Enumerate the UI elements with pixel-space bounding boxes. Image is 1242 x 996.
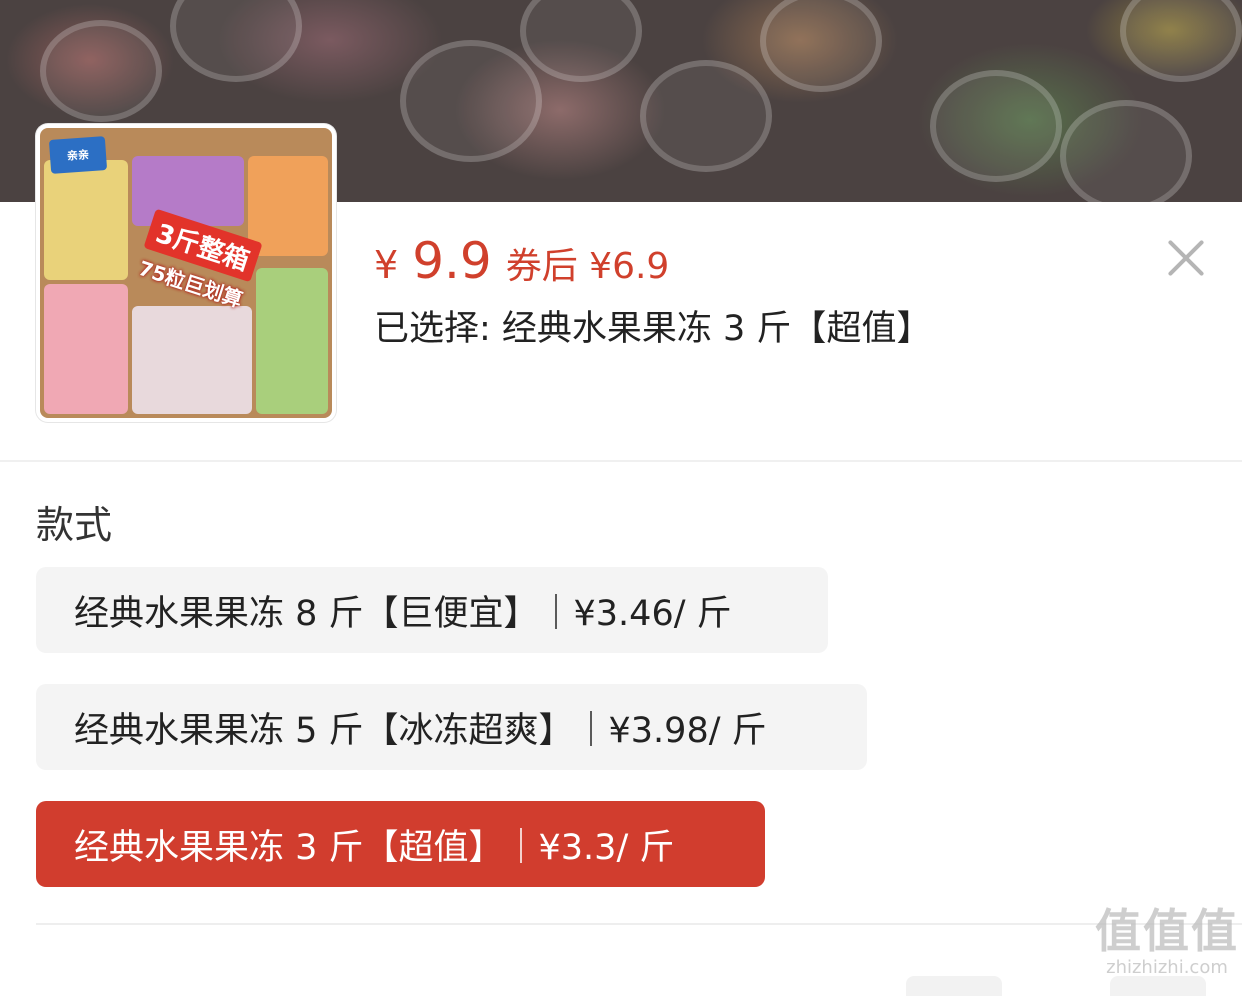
tile-white <box>132 306 252 414</box>
price-value: 9.9 <box>412 232 492 290</box>
sku-option-8jin[interactable]: 经典水果果冻 8 斤【巨便宜】｜¥3.46/ 斤 <box>36 567 828 653</box>
decor-cup <box>1120 0 1242 82</box>
decor-cup <box>40 20 162 122</box>
coupon-price: 券后 ¥6.9 <box>505 246 670 287</box>
decor-cup <box>520 0 642 82</box>
section-title-style: 款式 <box>36 503 113 547</box>
decor-cup <box>400 40 542 162</box>
divider <box>36 923 1242 925</box>
tile-yellow <box>44 160 128 280</box>
sku-option-3jin-selected[interactable]: 经典水果果冻 3 斤【超值】｜¥3.3/ 斤 <box>36 801 765 887</box>
product-thumbnail[interactable]: 亲亲 3斤整箱 75粒巨划算 <box>36 124 336 422</box>
decor-cup <box>640 60 772 172</box>
price-currency: ¥ <box>374 243 399 287</box>
decor-cup <box>1060 100 1192 202</box>
sku-option-label: 经典水果果冻 3 斤【超值】｜¥3.3/ 斤 <box>74 827 675 868</box>
decor-cup <box>930 70 1062 182</box>
decor-cup <box>170 0 302 82</box>
tile-pink <box>44 284 128 414</box>
quantity-decrease-button[interactable] <box>906 976 1002 996</box>
product-image: 亲亲 3斤整箱 75粒巨划算 <box>40 128 332 418</box>
divider <box>0 460 1242 462</box>
price-row: ¥ 9.9 券后 ¥6.9 <box>374 232 669 290</box>
decor-cup <box>760 0 882 92</box>
tile-orange <box>248 156 328 256</box>
sku-option-5jin[interactable]: 经典水果果冻 5 斤【冰冻超爽】｜¥3.98/ 斤 <box>36 684 867 770</box>
brand-logo: 亲亲 <box>48 136 108 174</box>
selected-sku-text: 已选择: 经典水果果冻 3 斤【超值】 <box>374 309 932 349</box>
sku-option-label: 经典水果果冻 5 斤【冰冻超爽】｜¥3.98/ 斤 <box>74 710 767 751</box>
sku-option-label: 经典水果果冻 8 斤【巨便宜】｜¥3.46/ 斤 <box>74 593 732 634</box>
close-icon[interactable] <box>1162 234 1210 282</box>
quantity-increase-button[interactable] <box>1110 976 1206 996</box>
